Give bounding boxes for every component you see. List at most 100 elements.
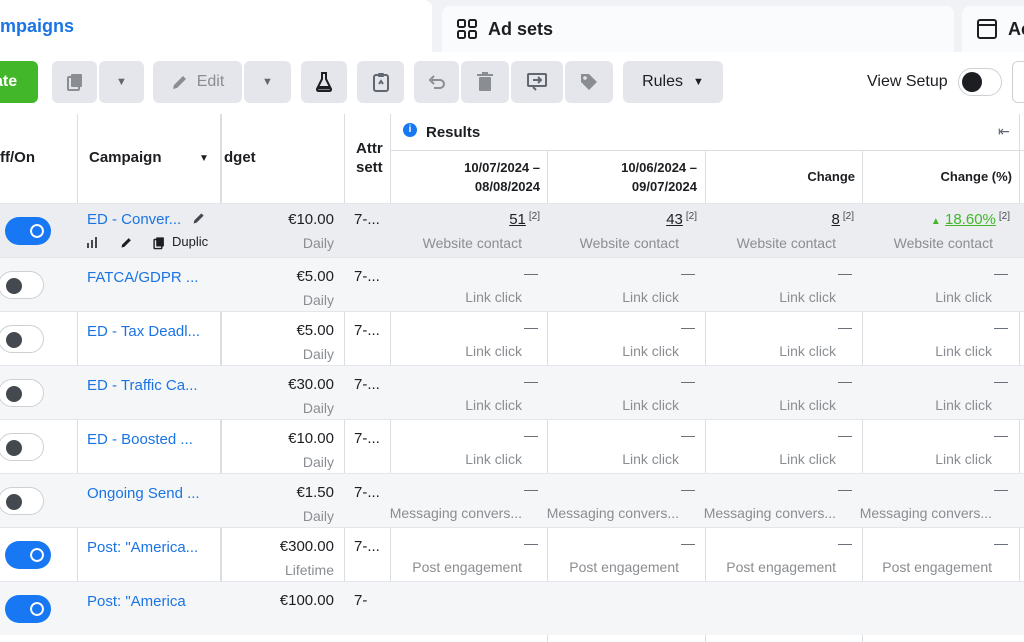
export-icon	[527, 73, 547, 91]
result-metric: Link click	[622, 343, 679, 359]
result-dash: —	[524, 427, 538, 443]
delete-button[interactable]	[461, 61, 509, 103]
change-header: Change	[807, 169, 855, 184]
flask-icon	[315, 72, 333, 92]
duplicate-button[interactable]	[52, 61, 97, 103]
edit-button[interactable]: Edit	[153, 61, 242, 103]
campaign-name-link[interactable]: Post: "America	[87, 593, 186, 610]
collapse-icon[interactable]: ⇤	[998, 123, 1010, 140]
sort-caret-icon[interactable]: ▼	[199, 153, 209, 164]
campaign-toggle[interactable]	[5, 217, 51, 245]
attribution-value: 7-...	[354, 322, 380, 339]
undo-button[interactable]	[414, 61, 459, 103]
tab-ad-sets-label: Ad sets	[488, 18, 554, 39]
caret-down-icon: ▼	[262, 76, 273, 88]
result-metric: Link click	[622, 397, 679, 413]
campaign-toggle[interactable]	[5, 541, 51, 569]
attribution-value: 7-	[354, 592, 368, 609]
result-dash: —	[994, 319, 1008, 335]
budget-type: Daily	[302, 292, 334, 308]
campaign-name-link[interactable]: Post: "America...	[87, 539, 198, 556]
table-row[interactable]: ED - Tax Deadl... €5.00 Daily 7-... — Link cl…	[0, 311, 1024, 365]
attribution-value: 7-...	[354, 376, 380, 393]
result-dash: —	[838, 265, 852, 281]
edit-dropdown[interactable]: ▼	[244, 61, 291, 103]
result-period-2[interactable]: 43 [2]	[666, 211, 697, 228]
result-dash: —	[838, 373, 852, 389]
ab-test-button[interactable]	[301, 61, 347, 103]
campaign-toggle[interactable]	[0, 325, 44, 353]
campaign-name-link[interactable]: ED - Boosted ...	[87, 431, 193, 448]
duplicate-icon[interactable]	[152, 236, 166, 250]
campaign-name-link[interactable]: FATCA/GDPR ...	[87, 269, 198, 286]
tab-bar: mpaigns Ad sets Ac	[0, 0, 1024, 52]
result-metric: Post engagement	[882, 559, 992, 575]
result-metric: Website contact	[893, 235, 993, 251]
result-change[interactable]: 8 [2]	[832, 211, 854, 228]
result-dash: —	[524, 265, 538, 281]
table-row[interactable]: Ongoing Send ... €1.50 Daily 7-... — Messagin…	[0, 473, 1024, 527]
table-row[interactable]: Post: "America... €300.00 Lifetime 7-... — Po…	[0, 527, 1024, 581]
campaign-toggle[interactable]	[0, 433, 44, 461]
result-metric: Link click	[465, 397, 522, 413]
budget-value: €5.00	[296, 268, 334, 285]
toolbar-edge-button[interactable]	[1012, 61, 1024, 103]
budget-value: €300.00	[279, 538, 334, 555]
duplicate-dropdown[interactable]: ▼	[99, 61, 144, 103]
result-dash: —	[681, 265, 695, 281]
campaign-toggle[interactable]	[0, 271, 44, 299]
budget-value: €1.50	[296, 484, 334, 501]
campaign-name-link[interactable]: ED - Traffic Ca...	[87, 377, 198, 394]
column-header-budget[interactable]: dget	[224, 149, 256, 166]
campaign-name-link[interactable]: ED - Tax Deadl...	[87, 323, 200, 340]
result-dash: —	[838, 481, 852, 497]
tag-button[interactable]	[565, 61, 613, 103]
campaign-name-link[interactable]: ED - Conver...	[87, 211, 181, 228]
campaign-toggle[interactable]	[0, 379, 44, 407]
table-row[interactable]: ED - Conver... Duplic €10.00 Daily 7-...…	[0, 203, 1024, 257]
clipboard-icon	[372, 73, 389, 92]
tab-ad-sets[interactable]: Ad sets	[442, 6, 954, 52]
result-metric: Website contact	[579, 235, 679, 251]
create-button[interactable]: ate	[0, 61, 38, 103]
result-change-pct[interactable]: ▲ 18.60% [2]	[931, 211, 1010, 228]
result-dash: —	[681, 427, 695, 443]
budget-type: Daily	[302, 235, 334, 251]
info-icon[interactable]: i	[403, 123, 417, 137]
table-row[interactable]: ED - Traffic Ca... €30.00 Daily 7-... — Link …	[0, 365, 1024, 419]
campaign-toggle[interactable]	[5, 595, 51, 623]
rules-button[interactable]: Rules ▼	[623, 61, 723, 103]
table-row[interactable]: ED - Boosted ... €10.00 Daily 7-... — Link cl…	[0, 419, 1024, 473]
result-dash: —	[681, 373, 695, 389]
tab-ads[interactable]: Ac	[962, 6, 1024, 52]
column-header-campaign[interactable]: Campaign	[89, 149, 162, 166]
pencil-icon[interactable]	[192, 211, 206, 225]
view-setup-label: View Setup	[867, 73, 948, 90]
result-period-1[interactable]: 51 [2]	[509, 211, 540, 228]
campaign-name-link[interactable]: Ongoing Send ...	[87, 485, 200, 502]
tab-campaigns[interactable]: mpaigns	[0, 0, 432, 52]
up-arrow-icon: ▲	[930, 216, 941, 227]
duplicate-icon	[66, 74, 82, 91]
table-row[interactable]: Post: "America €100.00 7-	[0, 581, 1024, 635]
export-button[interactable]	[511, 61, 563, 103]
tab-campaigns-label: mpaigns	[0, 15, 75, 36]
duplicate-action-label[interactable]: Duplic	[172, 234, 208, 249]
column-header-attribution[interactable]: Attr	[356, 140, 383, 157]
view-setup-toggle[interactable]	[958, 68, 1002, 96]
result-dash: —	[838, 535, 852, 551]
column-header-results: Results	[426, 124, 481, 141]
budget-type: Daily	[302, 400, 334, 416]
column-header-off-on[interactable]: ff/On	[0, 149, 35, 166]
ads-icon	[977, 19, 997, 39]
chart-icon[interactable]	[87, 237, 100, 248]
result-dash: —	[524, 481, 538, 497]
result-metric: Link click	[465, 289, 522, 305]
result-metric: Link click	[779, 397, 836, 413]
campaign-toggle[interactable]	[0, 487, 44, 515]
clipboard-button[interactable]	[357, 61, 404, 103]
pencil-icon[interactable]	[120, 236, 133, 249]
attribution-value: 7-...	[354, 268, 380, 285]
result-metric: Link click	[622, 289, 679, 305]
table-row[interactable]: FATCA/GDPR ... €5.00 Daily 7-... — Link click…	[0, 257, 1024, 311]
